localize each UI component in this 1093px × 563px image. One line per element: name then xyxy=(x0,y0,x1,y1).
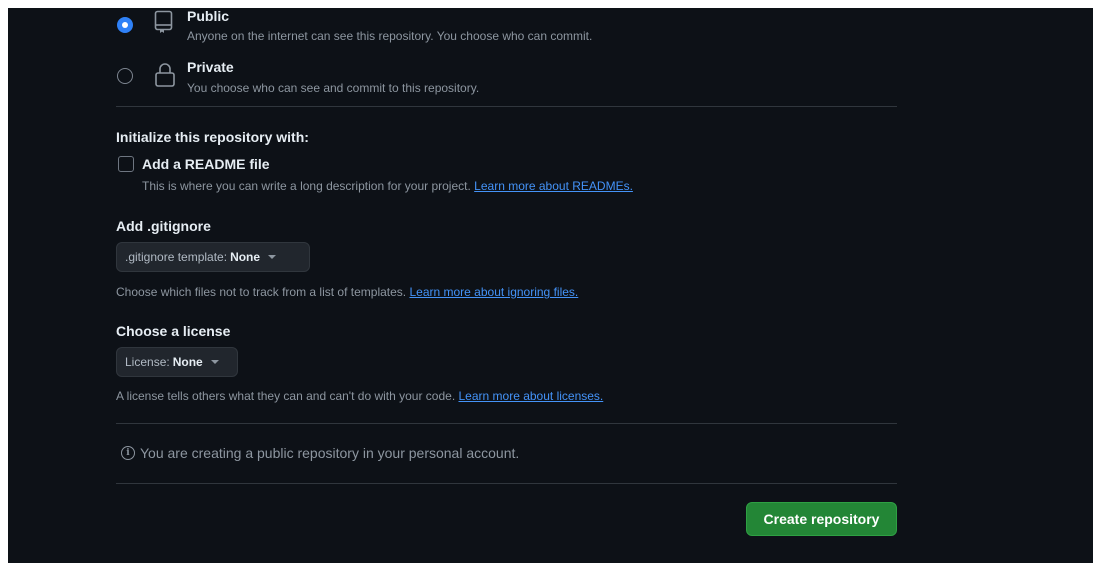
gitignore-description: Choose which files not to track from a l… xyxy=(116,285,578,299)
readme-desc-text: This is where you can write a long descr… xyxy=(142,179,471,193)
info-icon: i xyxy=(121,446,135,460)
license-learn-more-link[interactable]: Learn more about licenses. xyxy=(459,389,604,403)
readme-description: This is where you can write a long descr… xyxy=(142,179,633,193)
public-description: Anyone on the internet can see this repo… xyxy=(187,29,593,43)
readme-checkbox[interactable] xyxy=(118,156,134,172)
license-description: A license tells others what they can and… xyxy=(116,389,603,403)
license-select-value: None xyxy=(172,355,203,369)
repo-icon xyxy=(154,10,174,39)
notice-text: You are creating a public repository in … xyxy=(140,445,520,461)
lock-icon xyxy=(154,62,176,93)
gitignore-heading: Add .gitignore xyxy=(116,218,211,234)
gitignore-learn-more-link[interactable]: Learn more about ignoring files. xyxy=(409,285,578,299)
readme-label[interactable]: Add a README file xyxy=(142,156,270,172)
private-radio[interactable] xyxy=(117,68,133,84)
gitignore-select-prefix: .gitignore template: xyxy=(125,250,228,264)
divider xyxy=(116,106,897,107)
visibility-notice: i You are creating a public repository i… xyxy=(121,445,519,461)
divider xyxy=(116,423,897,424)
gitignore-desc-text: Choose which files not to track from a l… xyxy=(116,285,407,299)
readme-learn-more-link[interactable]: Learn more about READMEs. xyxy=(474,179,633,193)
public-radio[interactable] xyxy=(117,17,133,33)
license-select-prefix: License: xyxy=(125,355,170,369)
new-repo-form: Public Anyone on the internet can see th… xyxy=(8,8,1093,563)
caret-down-icon xyxy=(210,360,219,364)
private-description: You choose who can see and commit to thi… xyxy=(187,81,480,95)
public-title: Public xyxy=(187,8,230,24)
divider xyxy=(116,483,897,484)
license-select[interactable]: License: None xyxy=(116,347,238,377)
gitignore-template-select[interactable]: .gitignore template: None xyxy=(116,242,310,272)
private-title: Private xyxy=(187,59,234,75)
license-heading: Choose a license xyxy=(116,323,231,339)
create-repository-button[interactable]: Create repository xyxy=(746,502,897,536)
initialize-heading: Initialize this repository with: xyxy=(116,129,309,145)
caret-down-icon xyxy=(268,255,277,259)
license-desc-text: A license tells others what they can and… xyxy=(116,389,456,403)
gitignore-select-value: None xyxy=(230,250,261,264)
